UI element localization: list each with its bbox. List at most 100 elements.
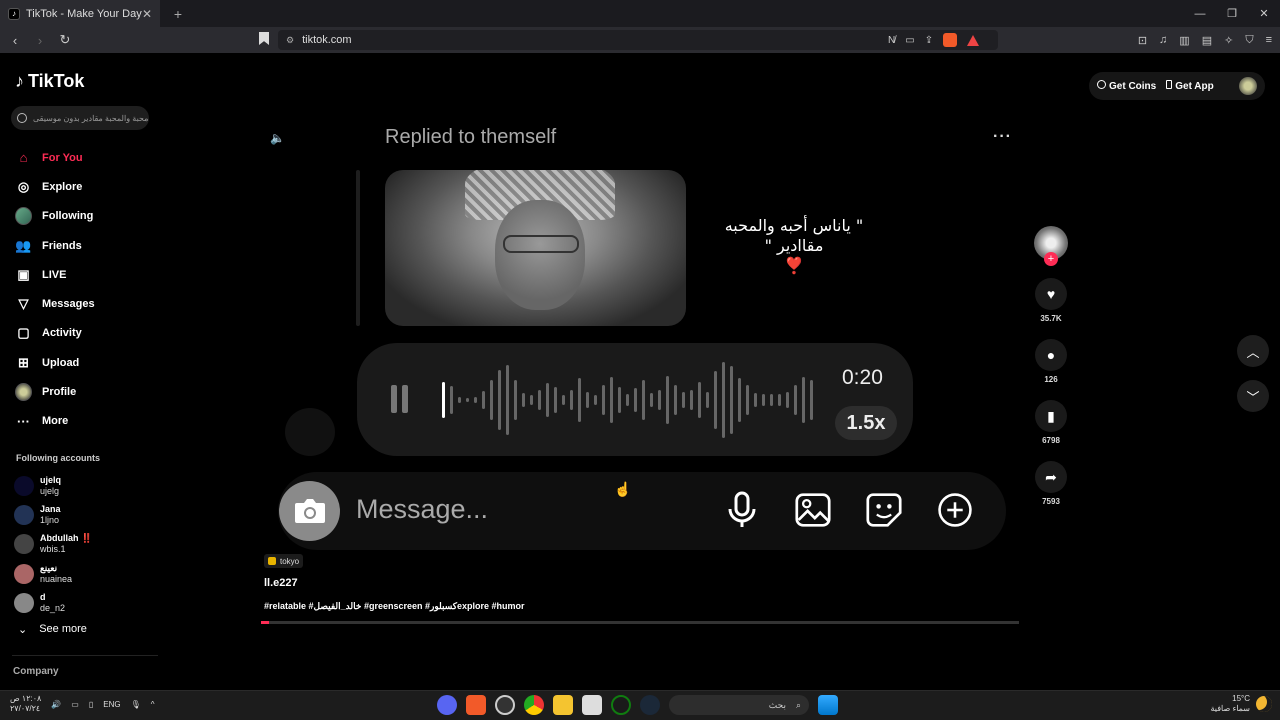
share-arrow-icon: ➦ [1035, 461, 1067, 493]
camera-icon [294, 499, 325, 523]
site-info-icon[interactable]: ⚙ [286, 35, 294, 46]
minimize-icon[interactable]: — [1184, 0, 1216, 27]
comment-button[interactable]: ● 126 [1035, 339, 1067, 384]
forward-icon[interactable]: › [30, 33, 50, 48]
creator-avatar[interactable]: + [1034, 226, 1068, 266]
leo-icon[interactable]: ✧ [1224, 34, 1233, 47]
like-button[interactable]: ♥ 35.7K [1035, 278, 1067, 323]
discord-icon[interactable] [437, 695, 457, 715]
menu-explore[interactable]: ◎ Explore [15, 172, 95, 201]
see-more-button[interactable]: ⌄ See more [18, 623, 87, 636]
waveform-bar [730, 366, 733, 434]
chevron-up-icon[interactable]: ^ [151, 700, 155, 709]
steam-icon[interactable] [640, 695, 660, 715]
xbox-icon[interactable] [611, 695, 631, 715]
waveform-bar [690, 390, 693, 410]
menu-label: LIVE [42, 268, 67, 281]
wallet-icon[interactable]: ▤ [1202, 34, 1212, 47]
get-coins-button[interactable]: Get Coins [1097, 80, 1156, 92]
new-tab-button[interactable]: + [166, 6, 190, 22]
volume-tray-icon[interactable]: 🔊 [51, 700, 61, 709]
taskbar-search[interactable]: بحث ⌕ [669, 695, 809, 715]
store-icon[interactable] [582, 695, 602, 715]
menu-messages[interactable]: ▽ Messages [15, 289, 95, 318]
tiktok-logo[interactable]: ♪ TikTok [15, 71, 84, 92]
compass-icon: ◎ [17, 178, 30, 194]
get-app-button[interactable]: Get App [1166, 80, 1214, 92]
maximize-icon[interactable]: ❐ [1216, 0, 1248, 27]
image-icon[interactable] [795, 490, 831, 530]
network-icon[interactable]: ▭ [71, 700, 79, 709]
window-close-icon[interactable]: ✕ [1248, 0, 1280, 27]
share-button[interactable]: ➦ 7593 [1035, 461, 1067, 506]
menu-label: For You [42, 151, 83, 164]
next-video-button[interactable]: ﹀ [1237, 380, 1269, 412]
taskbar-weather[interactable]: 15°C سماء صافية [1210, 694, 1272, 714]
sticker-icon[interactable] [866, 490, 902, 530]
message-input[interactable]: Message... [356, 494, 488, 525]
comment-icon: ● [1035, 339, 1067, 371]
sidebar-toggle-icon[interactable]: ▥ [1179, 34, 1189, 47]
add-circle-icon[interactable] [937, 490, 973, 530]
menu-activity[interactable]: ▢ Activity [15, 319, 95, 348]
brave-icon[interactable] [466, 695, 486, 715]
video-progress-bar[interactable] [261, 621, 1019, 624]
screenshot-icon[interactable]: ⊡ [1138, 34, 1147, 47]
account-item[interactable]: ujelq ujelg [14, 471, 92, 500]
language-indicator[interactable]: ENG [103, 700, 120, 709]
location-tag[interactable]: tokyo [264, 554, 304, 568]
menu-profile[interactable]: Profile [15, 377, 95, 406]
windows-start-icon[interactable] [818, 695, 838, 715]
waveform-bar [754, 393, 757, 407]
search-input[interactable]: محبة والمحبة مقادير بدون موسيقى... [11, 106, 149, 130]
share-icon[interactable]: ⇪ [925, 35, 933, 46]
music-icon[interactable]: ♫ [1159, 34, 1167, 46]
no-translate-icon[interactable]: N̸ [888, 35, 895, 46]
company-link[interactable]: Company [13, 666, 59, 677]
browser-tab[interactable]: ♪ TikTok - Make Your Day ✕ [0, 0, 160, 27]
playback-speed-button[interactable]: 1.5x [835, 406, 897, 440]
battery-icon[interactable]: ▯ [89, 700, 93, 709]
menu-live[interactable]: ▣ LIVE [15, 260, 95, 289]
follow-plus-icon[interactable]: + [1044, 252, 1058, 266]
menu-more[interactable]: ··· More [15, 407, 95, 436]
file-explorer-icon[interactable] [553, 695, 573, 715]
menu-friends[interactable]: 👥 Friends [15, 231, 95, 260]
vpn-shield-icon[interactable]: ⛉ [1245, 34, 1253, 47]
taskbar-clock[interactable]: ١٢:٠٨ ص ٢٧/٠٧/٢٤ [10, 694, 41, 714]
reload-icon[interactable]: ↻ [55, 32, 75, 48]
account-item[interactable]: نعينع nuainea [14, 559, 92, 588]
previous-video-button[interactable]: ︿ [1237, 335, 1269, 367]
menu-label: Messages [42, 298, 95, 311]
avatar [14, 475, 34, 496]
more-options-icon[interactable]: ··· [993, 128, 1012, 146]
mic-tray-icon[interactable]: 🎙 [131, 700, 141, 709]
caption-line: " ياناس أحبه والمحبه [724, 216, 864, 235]
video-author[interactable]: ll.e227 [264, 577, 298, 589]
video-hashtags[interactable]: #relatable #خالد_الفيصل #greenscreen #كس… [264, 601, 525, 612]
account-item[interactable]: Jana 1ljno [14, 500, 92, 529]
save-button[interactable]: ▮ 6798 [1035, 400, 1067, 445]
brave-rewards-icon[interactable] [967, 34, 980, 46]
cast-icon[interactable]: ▭ [905, 35, 914, 46]
tab-close-icon[interactable]: ✕ [142, 7, 152, 21]
menu-following[interactable]: Following [15, 202, 95, 231]
replied-text: Replied to themself [385, 126, 557, 148]
menu-for-you[interactable]: ⌂ For You [15, 143, 95, 172]
account-item[interactable]: Abdullah ‼️ wbis.1 [14, 530, 92, 559]
camera-button[interactable] [279, 481, 340, 541]
user-avatar[interactable] [1239, 77, 1257, 95]
bookmark-icon[interactable] [259, 32, 269, 45]
browser-menu-icon[interactable]: ≡ [1266, 34, 1272, 46]
ghost-circle [285, 408, 335, 456]
steam-alt-icon[interactable] [495, 695, 515, 715]
waveform-bar [706, 392, 709, 408]
brave-shield-icon[interactable] [943, 33, 958, 47]
volume-icon[interactable]: 🔈 [270, 131, 285, 145]
account-item[interactable]: d de_n2 [14, 588, 92, 617]
back-icon[interactable]: ‹ [5, 33, 25, 48]
chrome-icon[interactable] [524, 695, 544, 715]
microphone-icon[interactable] [724, 490, 760, 530]
pause-icon[interactable] [391, 385, 409, 413]
menu-upload[interactable]: ⊞ Upload [15, 348, 95, 377]
